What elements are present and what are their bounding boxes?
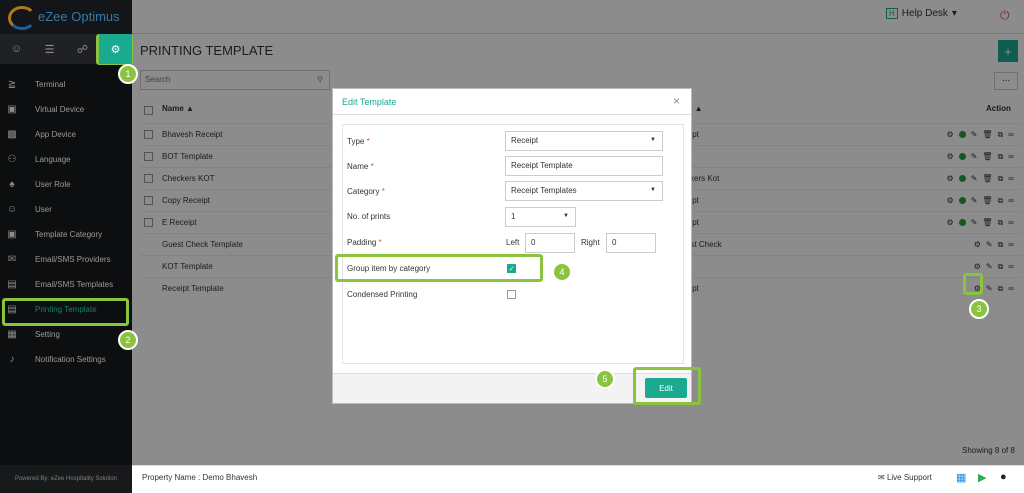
property-name: Property Name : Demo Bhavesh	[142, 473, 258, 482]
padding-left-input[interactable]: 0	[525, 233, 575, 253]
prints-label: No. of prints	[347, 212, 391, 221]
category-label: Category *	[347, 187, 385, 196]
step-badge-1: 1	[118, 64, 138, 84]
modal-header: Edit Template ×	[333, 89, 691, 115]
condensed-checkbox[interactable]	[507, 290, 516, 299]
highlight-printing-template	[2, 298, 129, 326]
apple-icon[interactable]: ●	[1000, 471, 1007, 483]
category-select[interactable]: Receipt Templates ▼	[505, 181, 663, 201]
name-input[interactable]: Receipt Template	[505, 156, 663, 176]
header-dim-overlay	[132, 0, 1024, 34]
play-store-icon[interactable]: ▶	[978, 471, 986, 484]
live-support-link[interactable]: ✉ Live Support	[878, 473, 932, 482]
step-badge-2: 2	[118, 330, 138, 350]
step-badge-5: 5	[595, 369, 615, 389]
type-select[interactable]: Receipt ▼	[505, 131, 663, 151]
sidebar-dim-overlay	[0, 0, 132, 493]
close-icon[interactable]: ×	[673, 94, 680, 108]
highlight-edit-action	[963, 273, 983, 295]
caret-down-icon: ▼	[650, 137, 656, 143]
type-label: Type *	[347, 137, 370, 146]
condensed-label: Condensed Printing	[347, 290, 418, 299]
live-support-label: Live Support	[886, 473, 932, 482]
highlight-group-item	[335, 254, 543, 282]
modal-title: Edit Template	[342, 97, 397, 107]
step-badge-4: 4	[552, 262, 572, 282]
highlight-edit-button	[633, 367, 701, 405]
settings-tab-highlighted-icon[interactable]: ⚙	[99, 34, 132, 64]
chat-icon: ✉	[878, 473, 885, 482]
windows-icon[interactable]: ▦	[956, 471, 966, 484]
name-label: Name *	[347, 162, 374, 171]
prints-select[interactable]: 1 ▼	[505, 207, 576, 227]
padding-right-input[interactable]: 0	[606, 233, 656, 253]
step-badge-3: 3	[969, 299, 989, 319]
caret-down-icon: ▼	[650, 187, 656, 193]
padding-label: Padding *	[347, 238, 382, 247]
padding-left-label: Left	[506, 238, 520, 247]
caret-down-icon: ▼	[563, 213, 569, 219]
padding-right-label: Right	[581, 238, 600, 247]
